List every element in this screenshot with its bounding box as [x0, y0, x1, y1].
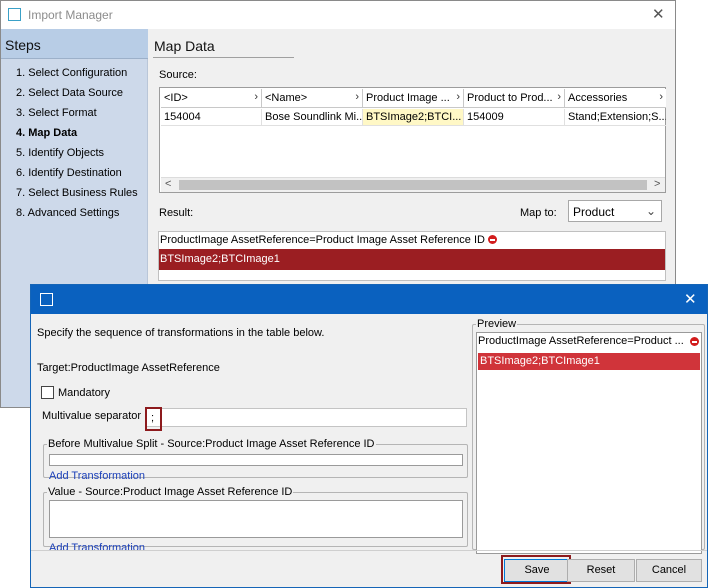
map-to-select[interactable]: Product ⌄	[568, 200, 662, 222]
column-header-id[interactable]: <ID> ›	[161, 89, 262, 108]
column-header-name[interactable]: <Name> ›	[262, 89, 363, 108]
title-divider	[153, 57, 294, 58]
step-select-business-rules[interactable]: 7. Select Business Rules	[16, 187, 138, 199]
preview-legend: Preview	[477, 318, 517, 330]
map-to-label: Map to:	[520, 207, 557, 219]
before-split-transformations-list[interactable]	[49, 454, 463, 466]
result-value-row[interactable]: BTSImage2;BTCImage1	[159, 249, 665, 270]
chevron-down-icon: ⌄	[645, 204, 656, 218]
instruction-text: Specify the sequence of transformations …	[37, 327, 325, 339]
preview-header: ProductImage AssetReference=Product ...	[478, 335, 700, 347]
column-header-label: Accessories	[568, 92, 628, 104]
error-icon	[487, 235, 497, 244]
source-table: <ID> › <Name> › Product Image ... › Prod…	[159, 87, 666, 193]
table-cell[interactable]: 154004	[161, 109, 262, 126]
preview-value-row[interactable]: BTSImage2;BTCImage1	[478, 353, 700, 370]
step-select-format[interactable]: 3. Select Format	[16, 107, 97, 119]
value-transformations-list[interactable]	[49, 500, 463, 538]
highlight-frame	[501, 555, 571, 584]
app-icon	[8, 8, 21, 21]
scroll-right-icon[interactable]: >	[654, 178, 660, 190]
step-identify-destination[interactable]: 6. Identify Destination	[16, 167, 122, 179]
result-header: ProductImage AssetReference=Product Imag…	[159, 234, 497, 249]
column-header-label: Product to Prod...	[467, 92, 553, 104]
value-legend: Value - Source:Product Image Asset Refer…	[48, 486, 293, 498]
steps-title: Steps	[5, 37, 41, 53]
cancel-button[interactable]: Cancel	[636, 559, 702, 582]
page-title: Map Data	[154, 38, 215, 54]
window-titlebar: Import Manager ✕	[1, 1, 675, 29]
scrollbar-thumb[interactable]	[179, 180, 647, 190]
column-header-label: Product Image ...	[366, 92, 450, 104]
mandatory-checkbox[interactable]	[41, 386, 54, 399]
column-header-product-to-product[interactable]: Product to Prod... ›	[464, 89, 565, 108]
map-to-value: Product	[573, 205, 615, 219]
horizontal-scrollbar[interactable]: < >	[161, 177, 665, 192]
preview-header-text: ProductImage AssetReference=Product ...	[478, 335, 684, 347]
table-cell[interactable]: Stand;Extension;S...	[565, 109, 666, 126]
reset-button[interactable]: Reset	[567, 559, 635, 582]
button-bar-divider	[31, 550, 707, 551]
table-cell[interactable]: Bose Soundlink Mi...	[262, 109, 363, 126]
scroll-left-icon[interactable]: <	[165, 178, 171, 190]
multivalue-separator-label: Multivalue separator	[42, 410, 142, 422]
target-text: Target:ProductImage AssetReference	[37, 362, 220, 374]
before-split-legend: Before Multivalue Split - Source:Product…	[48, 438, 375, 450]
app-icon	[40, 293, 53, 306]
step-map-data[interactable]: 4. Map Data	[16, 127, 77, 139]
column-header-label: <ID>	[164, 92, 188, 104]
source-label: Source:	[159, 69, 197, 81]
dialog-settings-panel: Specify the sequence of transformations …	[32, 315, 471, 554]
preview-box: ProductImage AssetReference=Product ... …	[476, 332, 702, 554]
step-select-data-source[interactable]: 2. Select Data Source	[16, 87, 123, 99]
result-header-text: ProductImage AssetReference=Product Imag…	[160, 234, 485, 246]
step-identify-objects[interactable]: 5. Identify Objects	[16, 147, 104, 159]
step-advanced-settings[interactable]: 8. Advanced Settings	[16, 207, 119, 219]
result-box: ProductImage AssetReference=Product Imag…	[158, 231, 666, 281]
chevron-right-icon: ›	[254, 91, 258, 103]
transformation-dialog: ✕ Specify the sequence of transformation…	[30, 284, 708, 588]
result-label: Result:	[159, 207, 194, 219]
chevron-right-icon: ›	[557, 91, 561, 103]
close-icon[interactable]: ✕	[684, 290, 697, 308]
preview-group: Preview ProductImage AssetReference=Prod…	[472, 318, 705, 554]
add-transformation-link[interactable]: Add Transformation	[49, 470, 145, 482]
table-cell[interactable]: 154009	[464, 109, 565, 126]
dialog-titlebar: ✕	[31, 285, 707, 314]
column-header-label: <Name>	[265, 92, 308, 104]
chevron-right-icon: ›	[456, 91, 460, 103]
chevron-right-icon: ›	[659, 91, 663, 103]
step-select-configuration[interactable]: 1. Select Configuration	[16, 67, 127, 79]
table-cell-highlighted[interactable]: BTSImage2;BTCI...	[363, 109, 464, 126]
window-title: Import Manager	[28, 8, 113, 22]
error-icon	[690, 337, 699, 346]
before-split-group: Before Multivalue Split - Source:Product…	[43, 438, 468, 482]
steps-header: Steps	[1, 29, 148, 59]
multivalue-separator-input[interactable]: ;	[146, 408, 467, 427]
add-transformation-link[interactable]: Add Transformation	[49, 542, 145, 554]
column-header-product-image[interactable]: Product Image ... ›	[363, 89, 464, 108]
column-header-accessories[interactable]: Accessories ›	[565, 89, 666, 108]
highlight-frame	[145, 407, 162, 431]
mandatory-label: Mandatory	[58, 387, 110, 399]
chevron-right-icon: ›	[355, 91, 359, 103]
value-group: Value - Source:Product Image Asset Refer…	[43, 486, 468, 554]
close-icon[interactable]: ✕	[652, 5, 665, 23]
